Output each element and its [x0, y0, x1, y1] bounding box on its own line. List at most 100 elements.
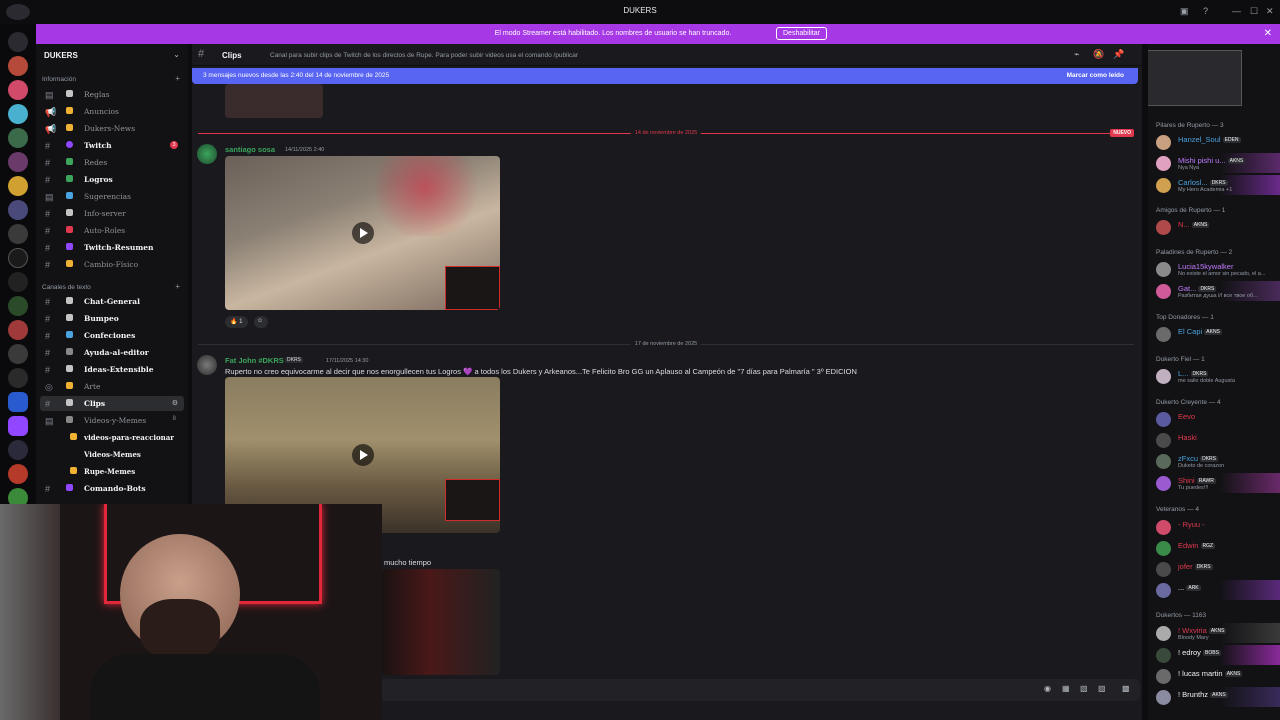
- add-channel-icon[interactable]: +: [175, 74, 180, 83]
- new-messages-bar[interactable]: 3 mensajes nuevos desde las 2:40 del 14 …: [192, 68, 1138, 84]
- sticker-icon[interactable]: ▧: [1080, 684, 1088, 693]
- play-icon[interactable]: [351, 444, 374, 466]
- channel-clips[interactable]: # Clips ⚙: [40, 396, 184, 411]
- channel-twitch-resumen[interactable]: # Twitch-Resumen: [40, 240, 184, 255]
- server-icon[interactable]: [8, 416, 28, 436]
- channel-cambio-fisico[interactable]: # Cambio-Físico: [40, 257, 184, 272]
- member-item[interactable]: ... ARK: [1148, 580, 1280, 600]
- channel-auto-roles[interactable]: # Auto-Roles: [40, 223, 184, 238]
- pin-icon[interactable]: 📌: [1113, 49, 1124, 60]
- streamer-icon[interactable]: ▣: [1180, 6, 1189, 17]
- channel-reglas[interactable]: ▤ Reglas: [40, 87, 184, 102]
- message-author[interactable]: santiago sosa: [225, 145, 275, 154]
- mute-icon[interactable]: 🔕: [1093, 49, 1104, 60]
- avatar[interactable]: [197, 355, 217, 375]
- member-item[interactable]: Eevo: [1148, 409, 1280, 429]
- member-item[interactable]: ! Brunthz AKNS: [1148, 687, 1280, 707]
- gif-icon[interactable]: ▦: [1062, 684, 1070, 693]
- mark-as-read-button[interactable]: Marcar como leído: [1067, 72, 1124, 79]
- channel-sugerencias[interactable]: ▤ Sugerencias: [40, 189, 184, 204]
- server-icon[interactable]: [8, 440, 28, 460]
- server-name[interactable]: DUKERS: [44, 51, 78, 60]
- member-item[interactable]: N... AKNS: [1148, 217, 1280, 237]
- server-icon[interactable]: [8, 344, 28, 364]
- channel-ayuda-al-editor[interactable]: # Ayuda-al-editor: [40, 345, 184, 360]
- threads-icon[interactable]: ⌁: [1074, 49, 1079, 60]
- channel-confeciones[interactable]: # Confeciones: [40, 328, 184, 343]
- member-item[interactable]: zFxcu DKRS Duketo de corazon: [1148, 451, 1280, 471]
- member-item[interactable]: Hanzel_Soul EDEN: [1148, 132, 1280, 152]
- server-icon[interactable]: [8, 392, 28, 412]
- attachment-image[interactable]: [225, 84, 323, 118]
- channel-chat-general[interactable]: # Chat-General: [40, 294, 184, 309]
- thread-videos-memes[interactable]: Videos-Memes: [40, 447, 184, 462]
- chevron-down-icon[interactable]: ⌄: [173, 50, 180, 59]
- video-attachment[interactable]: [225, 156, 500, 310]
- play-icon[interactable]: [351, 222, 374, 244]
- thread-rupe-memes[interactable]: Rupe-Memes: [40, 464, 184, 479]
- server-icon[interactable]: [8, 80, 28, 100]
- member-item[interactable]: ! Wxviria AKNS Bloody Mary: [1148, 623, 1280, 643]
- minimize-button[interactable]: —: [1232, 6, 1241, 16]
- member-item[interactable]: Edwin RGZ: [1148, 538, 1280, 558]
- server-icon[interactable]: [8, 296, 28, 316]
- channel-videos-y-memes[interactable]: ▤ Videos-y-Memes 8: [40, 413, 184, 428]
- channel-arte[interactable]: ◎ Arte: [40, 379, 184, 394]
- member-item[interactable]: Mishi pishi u... AKNS Nya Nya: [1148, 153, 1280, 173]
- member-item[interactable]: - Ryuu -: [1148, 517, 1280, 537]
- channel-comando-bots[interactable]: # Comando-Bots: [40, 481, 184, 496]
- maximize-button[interactable]: ☐: [1250, 6, 1258, 17]
- member-item[interactable]: Gat... DKRS Разбитая душа И все твое об..…: [1148, 281, 1280, 301]
- member-item[interactable]: Haski: [1148, 430, 1280, 450]
- category-informacion[interactable]: Información: [42, 76, 76, 83]
- channel-info-server[interactable]: # Info-server: [40, 206, 184, 221]
- server-icon[interactable]: [8, 104, 28, 124]
- server-icon[interactable]: [8, 32, 28, 52]
- channel-twitch[interactable]: # Twitch 3: [40, 138, 184, 153]
- server-icon[interactable]: [8, 200, 28, 220]
- help-icon[interactable]: ?: [1203, 6, 1208, 16]
- server-icon[interactable]: [8, 128, 28, 148]
- channel-bumpeo[interactable]: # Bumpeo: [40, 311, 184, 326]
- stream-preview[interactable]: [1148, 50, 1242, 106]
- server-icon[interactable]: [8, 248, 28, 268]
- server-icon[interactable]: [8, 272, 28, 292]
- server-icon[interactable]: [8, 56, 28, 76]
- apps-icon[interactable]: ▩: [1122, 684, 1130, 693]
- server-icon[interactable]: [8, 224, 28, 244]
- channel-anuncios[interactable]: 📢 Anuncios: [40, 104, 184, 119]
- member-item[interactable]: L... DKRS me salio doble Augusta: [1148, 366, 1280, 386]
- category-canales-de-texto[interactable]: Canales de texto: [42, 284, 91, 291]
- add-reaction-button[interactable]: ☺: [254, 316, 268, 328]
- member-item[interactable]: Lucia15kywalker No existe el amor sin pec…: [1148, 259, 1280, 279]
- server-icon[interactable]: [8, 464, 28, 484]
- gear-icon[interactable]: ⚙: [172, 399, 178, 407]
- add-channel-icon[interactable]: +: [175, 282, 180, 291]
- channel-logros[interactable]: # Logros: [40, 172, 184, 187]
- channel-topic[interactable]: Canal para subir clips de Twitch de los …: [270, 52, 578, 59]
- member-item[interactable]: jofer DKRS: [1148, 559, 1280, 579]
- close-window-button[interactable]: ✕: [1266, 6, 1274, 17]
- disable-streamer-button[interactable]: Deshabilitar: [776, 27, 827, 40]
- avatar[interactable]: [197, 144, 217, 164]
- server-icon[interactable]: [8, 320, 28, 340]
- member-item[interactable]: ! edroy BOBS: [1148, 645, 1280, 665]
- video-attachment[interactable]: [382, 569, 500, 675]
- discord-home-icon[interactable]: [6, 4, 30, 20]
- server-icon[interactable]: [8, 176, 28, 196]
- channel-dukers-news[interactable]: 📢 Dukers-News: [40, 121, 184, 136]
- channel-redes[interactable]: # Redes: [40, 155, 184, 170]
- message-author[interactable]: Fat John #DKRS: [225, 356, 284, 365]
- server-icon[interactable]: [8, 152, 28, 172]
- close-icon[interactable]: ✕: [1264, 28, 1272, 39]
- channel-ideas-extensible[interactable]: # Ideas-Extensible: [40, 362, 184, 377]
- member-item[interactable]: El Capi AKNS: [1148, 324, 1280, 344]
- member-item[interactable]: Carlosl... DKRS My Hero Academia +1: [1148, 175, 1280, 195]
- image-icon[interactable]: ▨: [1098, 684, 1106, 693]
- reaction-button[interactable]: 🔥 1: [225, 316, 248, 328]
- gift-icon[interactable]: ◉: [1044, 684, 1051, 693]
- member-item[interactable]: ! lucas martin AKNS: [1148, 666, 1280, 686]
- member-item[interactable]: Shini RAWR Tu puedes!!!: [1148, 473, 1280, 493]
- server-icon[interactable]: [8, 368, 28, 388]
- thread-videos-para-reaccionar[interactable]: videos-para-reaccionar: [40, 430, 184, 445]
